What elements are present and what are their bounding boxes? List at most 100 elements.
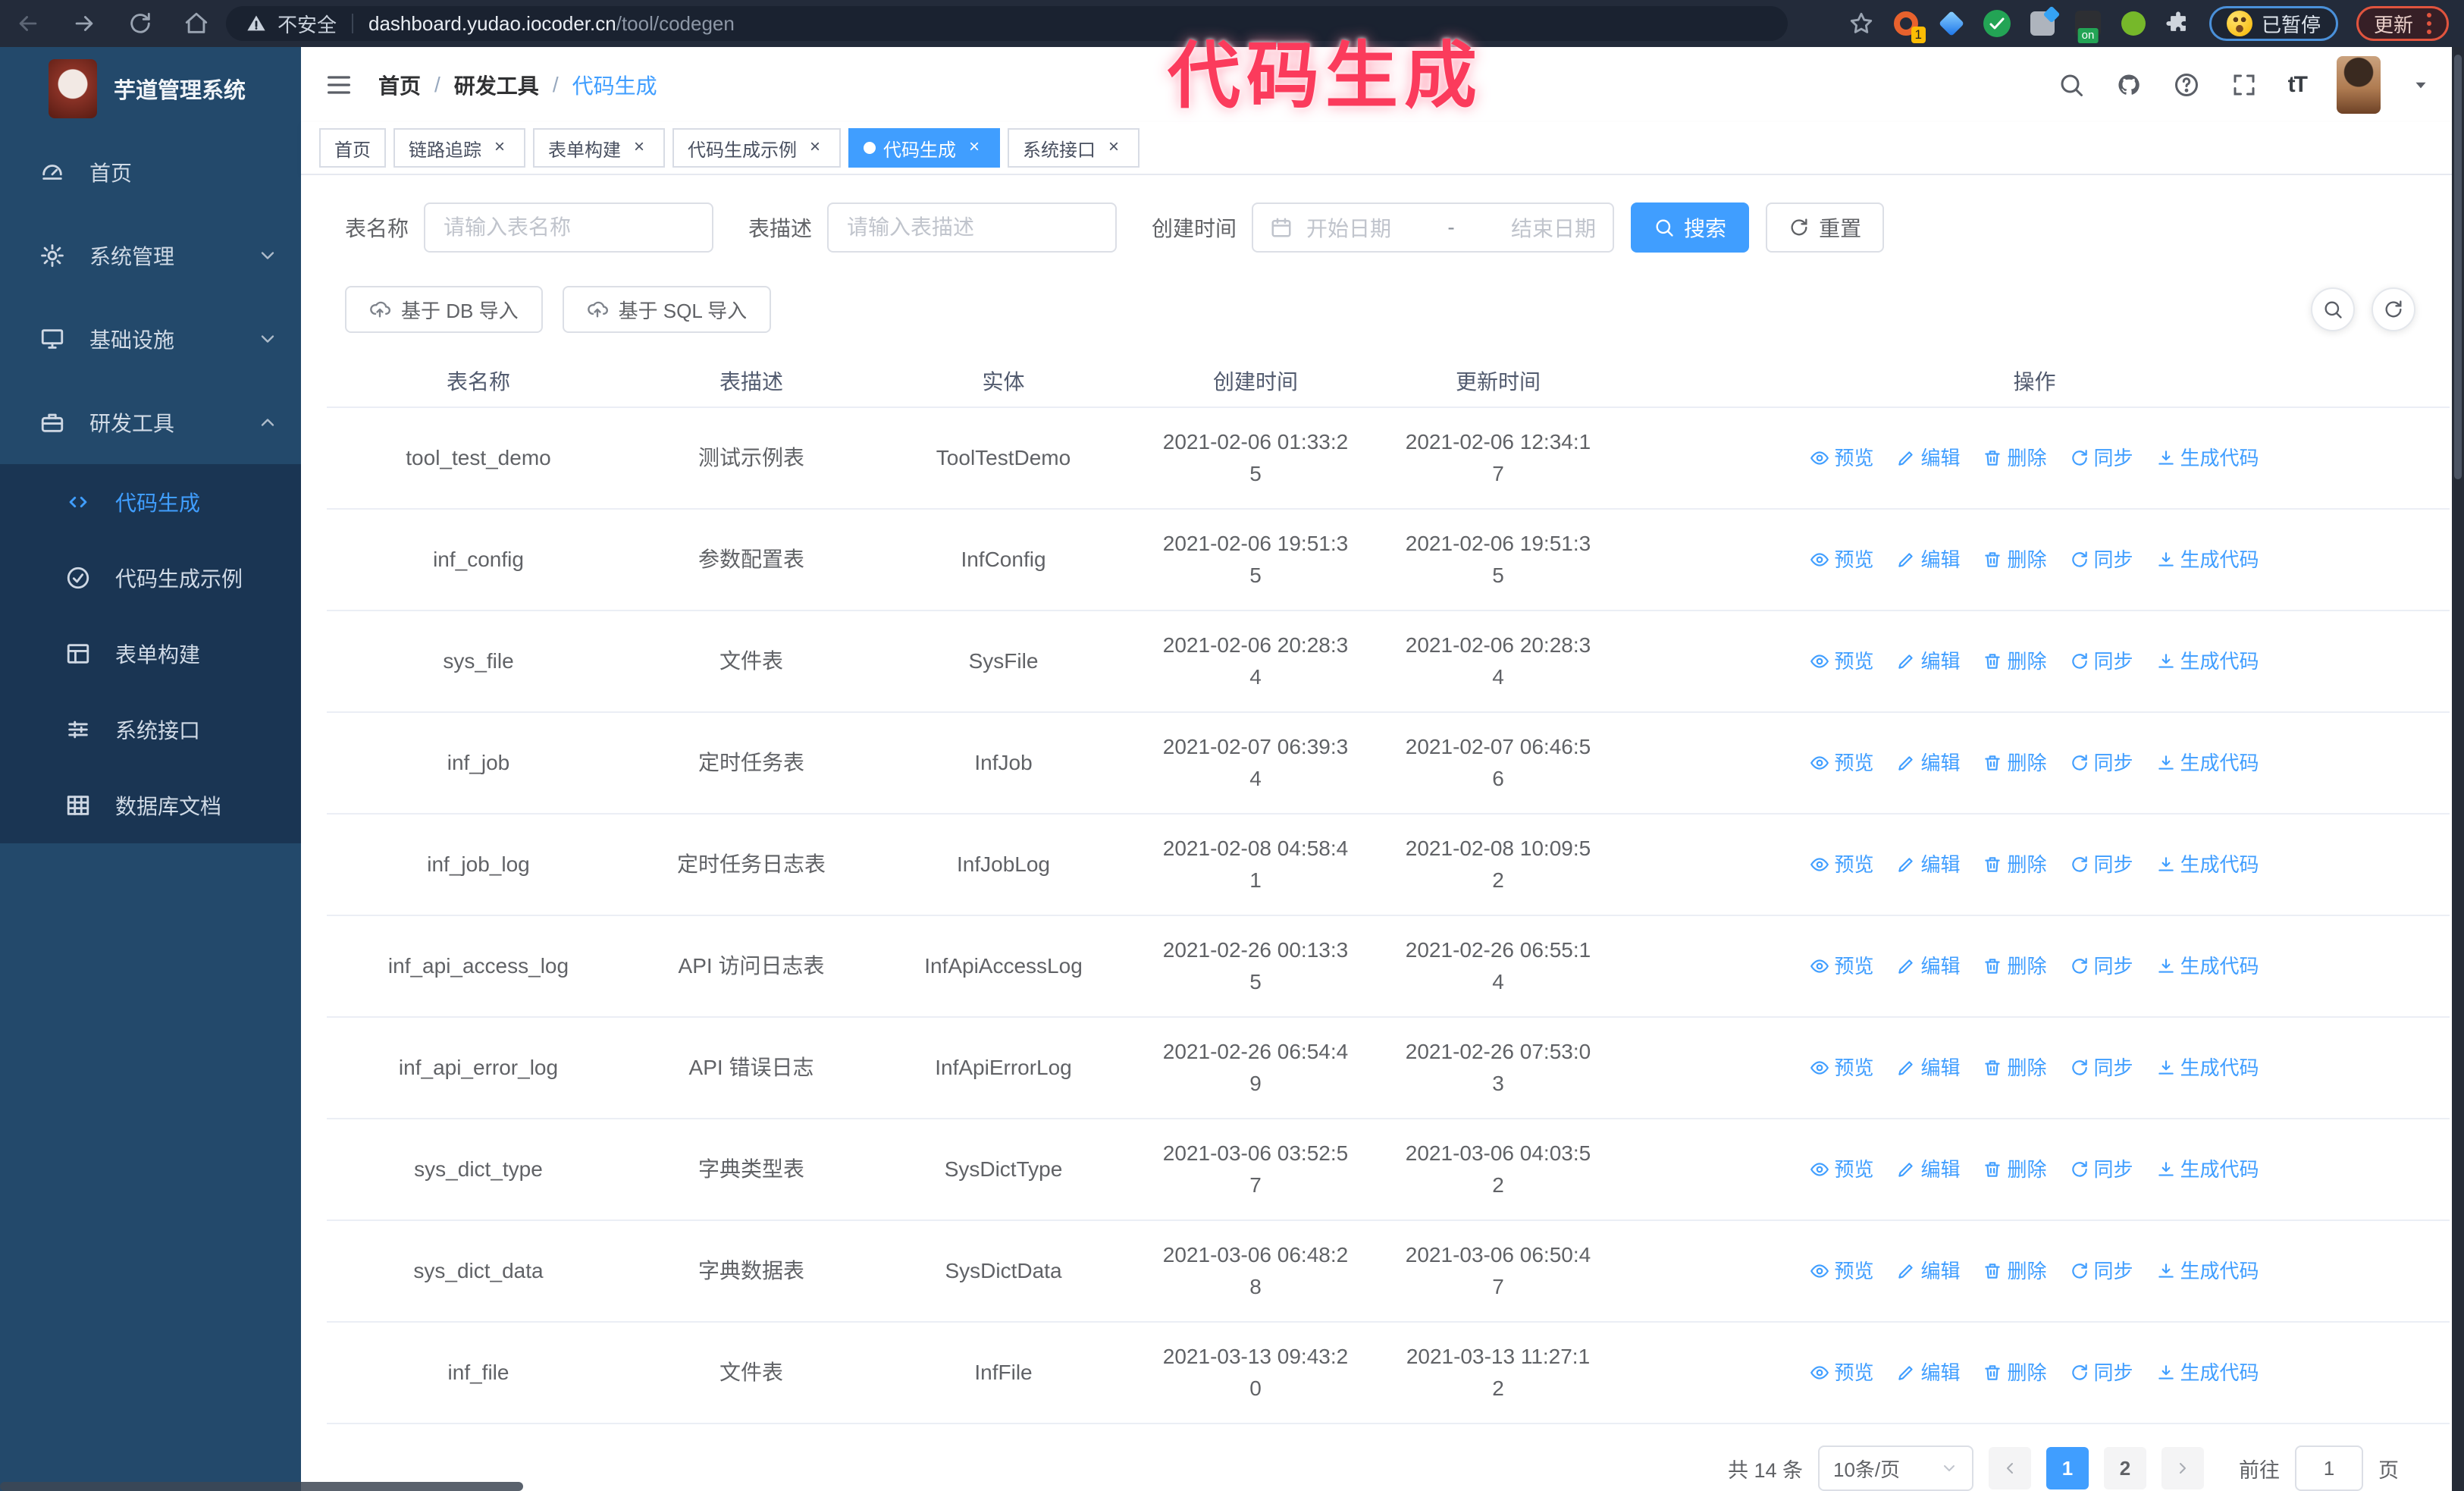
bookmark-star-icon[interactable] bbox=[1848, 11, 1874, 36]
sync-action-link[interactable]: 同步 bbox=[2070, 645, 2133, 678]
page-button-2[interactable]: 2 bbox=[2104, 1447, 2146, 1489]
user-avatar[interactable] bbox=[2337, 55, 2381, 114]
fullscreen-icon[interactable] bbox=[2230, 71, 2258, 99]
import-db-button[interactable]: 基于 DB 导入 bbox=[345, 286, 543, 333]
toggle-search-button[interactable] bbox=[2311, 287, 2355, 331]
preview-action-link[interactable]: 预览 bbox=[1810, 543, 1873, 576]
generate-action-link[interactable]: 生成代码 bbox=[2156, 543, 2259, 576]
delete-action-link[interactable]: 删除 bbox=[1983, 848, 2047, 881]
breadcrumb-item[interactable]: 首页 bbox=[378, 70, 421, 100]
generate-action-link[interactable]: 生成代码 bbox=[2156, 645, 2259, 678]
goto-page-input[interactable] bbox=[2295, 1445, 2363, 1491]
preview-action-link[interactable]: 预览 bbox=[1810, 1254, 1873, 1288]
profile-paused-badge[interactable]: 已暂停 bbox=[2209, 6, 2338, 41]
font-size-icon[interactable]: tT bbox=[2288, 72, 2308, 98]
table-desc-input[interactable] bbox=[827, 202, 1118, 253]
edit-action-link[interactable]: 编辑 bbox=[1896, 1051, 1960, 1085]
sync-action-link[interactable]: 同步 bbox=[2070, 1153, 2133, 1186]
sidebar-item-home[interactable]: 首页 bbox=[0, 130, 301, 214]
date-range-picker[interactable]: 开始日期 - 结束日期 bbox=[1252, 202, 1615, 253]
search-button[interactable]: 搜索 bbox=[1631, 202, 1750, 253]
edit-action-link[interactable]: 编辑 bbox=[1896, 1153, 1960, 1186]
sync-action-link[interactable]: 同步 bbox=[2070, 1356, 2133, 1389]
edit-action-link[interactable]: 编辑 bbox=[1896, 441, 1960, 475]
close-tab-icon[interactable]: × bbox=[629, 137, 650, 159]
page-button-1[interactable]: 1 bbox=[2046, 1447, 2089, 1489]
sidebar-item-form-builder[interactable]: 表单构建 bbox=[0, 616, 301, 692]
preview-action-link[interactable]: 预览 bbox=[1810, 1153, 1873, 1186]
vertical-scrollbar-thumb[interactable] bbox=[2454, 55, 2462, 479]
delete-action-link[interactable]: 删除 bbox=[1983, 1356, 2047, 1389]
close-tab-icon[interactable]: × bbox=[489, 137, 510, 159]
generate-action-link[interactable]: 生成代码 bbox=[2156, 848, 2259, 881]
address-bar[interactable]: 不安全 dashboard.yudao.iocoder.cn/tool/code… bbox=[226, 6, 1788, 41]
hamburger-icon[interactable] bbox=[324, 70, 354, 100]
edit-action-link[interactable]: 编辑 bbox=[1896, 543, 1960, 576]
tab-tracing[interactable]: 链路追踪 × bbox=[393, 128, 525, 168]
sync-action-link[interactable]: 同步 bbox=[2070, 441, 2133, 475]
tab-home[interactable]: 首页 bbox=[319, 128, 386, 168]
preview-action-link[interactable]: 预览 bbox=[1810, 1051, 1873, 1085]
sync-action-link[interactable]: 同步 bbox=[2070, 1254, 2133, 1288]
app-logo[interactable]: 芋道管理系统 bbox=[0, 47, 301, 130]
extension-green-icon[interactable] bbox=[2120, 10, 2147, 37]
sync-action-link[interactable]: 同步 bbox=[2070, 746, 2133, 780]
generate-action-link[interactable]: 生成代码 bbox=[2156, 1153, 2259, 1186]
browser-update-button[interactable]: 更新 bbox=[2356, 6, 2449, 41]
extension-check-icon[interactable] bbox=[1983, 10, 2011, 37]
extension-gem-icon[interactable] bbox=[1938, 10, 1965, 37]
close-tab-icon[interactable]: × bbox=[1103, 137, 1124, 159]
start-date-placeholder[interactable]: 开始日期 bbox=[1306, 212, 1420, 243]
delete-action-link[interactable]: 删除 bbox=[1983, 1254, 2047, 1288]
reload-icon[interactable] bbox=[127, 11, 153, 36]
preview-action-link[interactable]: 预览 bbox=[1810, 848, 1873, 881]
edit-action-link[interactable]: 编辑 bbox=[1896, 950, 1960, 983]
delete-action-link[interactable]: 删除 bbox=[1983, 543, 2047, 576]
edit-action-link[interactable]: 编辑 bbox=[1896, 1356, 1960, 1389]
generate-action-link[interactable]: 生成代码 bbox=[2156, 1356, 2259, 1389]
tab-codegen-example[interactable]: 代码生成示例 × bbox=[672, 128, 841, 168]
sync-action-link[interactable]: 同步 bbox=[2070, 950, 2133, 983]
edit-action-link[interactable]: 编辑 bbox=[1896, 645, 1960, 678]
sidebar-item-system[interactable]: 系统管理 bbox=[0, 214, 301, 297]
breadcrumb-item[interactable]: 研发工具 bbox=[454, 70, 539, 100]
sync-action-link[interactable]: 同步 bbox=[2070, 543, 2133, 576]
breadcrumb-item[interactable]: 代码生成 bbox=[572, 70, 657, 100]
edit-action-link[interactable]: 编辑 bbox=[1896, 848, 1960, 881]
back-icon[interactable] bbox=[15, 11, 41, 36]
tab-system-api[interactable]: 系统接口 × bbox=[1008, 128, 1140, 168]
github-icon[interactable] bbox=[2115, 71, 2143, 99]
preview-action-link[interactable]: 预览 bbox=[1810, 746, 1873, 780]
extension-grid-icon[interactable] bbox=[2029, 10, 2056, 37]
forward-icon[interactable] bbox=[71, 11, 97, 36]
delete-action-link[interactable]: 删除 bbox=[1983, 1051, 2047, 1085]
sidebar-item-db-doc[interactable]: 数据库文档 bbox=[0, 767, 301, 843]
delete-action-link[interactable]: 删除 bbox=[1983, 441, 2047, 475]
delete-action-link[interactable]: 删除 bbox=[1983, 950, 2047, 983]
generate-action-link[interactable]: 生成代码 bbox=[2156, 1254, 2259, 1288]
home-icon[interactable] bbox=[183, 11, 209, 36]
sidebar-item-infra[interactable]: 基础设施 bbox=[0, 297, 301, 381]
generate-action-link[interactable]: 生成代码 bbox=[2156, 1051, 2259, 1085]
preview-action-link[interactable]: 预览 bbox=[1810, 645, 1873, 678]
sync-action-link[interactable]: 同步 bbox=[2070, 1051, 2133, 1085]
reset-button[interactable]: 重置 bbox=[1766, 202, 1885, 253]
page-size-select[interactable]: 10条/页 bbox=[1818, 1445, 1973, 1491]
delete-action-link[interactable]: 删除 bbox=[1983, 645, 2047, 678]
generate-action-link[interactable]: 生成代码 bbox=[2156, 950, 2259, 983]
header-search-icon[interactable] bbox=[2058, 71, 2085, 99]
prev-page-button[interactable] bbox=[1989, 1447, 2031, 1489]
preview-action-link[interactable]: 预览 bbox=[1810, 441, 1873, 475]
sync-action-link[interactable]: 同步 bbox=[2070, 848, 2133, 881]
browser-menu-dots-icon[interactable] bbox=[2427, 13, 2431, 34]
close-tab-icon[interactable]: × bbox=[964, 137, 985, 159]
next-page-button[interactable] bbox=[2161, 1447, 2204, 1489]
edit-action-link[interactable]: 编辑 bbox=[1896, 746, 1960, 780]
delete-action-link[interactable]: 删除 bbox=[1983, 746, 2047, 780]
user-caret-down-icon[interactable] bbox=[2411, 75, 2431, 95]
sidebar-item-codegen-example[interactable]: 代码生成示例 bbox=[0, 540, 301, 616]
edit-action-link[interactable]: 编辑 bbox=[1896, 1254, 1960, 1288]
end-date-placeholder[interactable]: 结束日期 bbox=[1482, 212, 1596, 243]
close-tab-icon[interactable]: × bbox=[804, 137, 826, 159]
help-icon[interactable] bbox=[2173, 71, 2200, 99]
